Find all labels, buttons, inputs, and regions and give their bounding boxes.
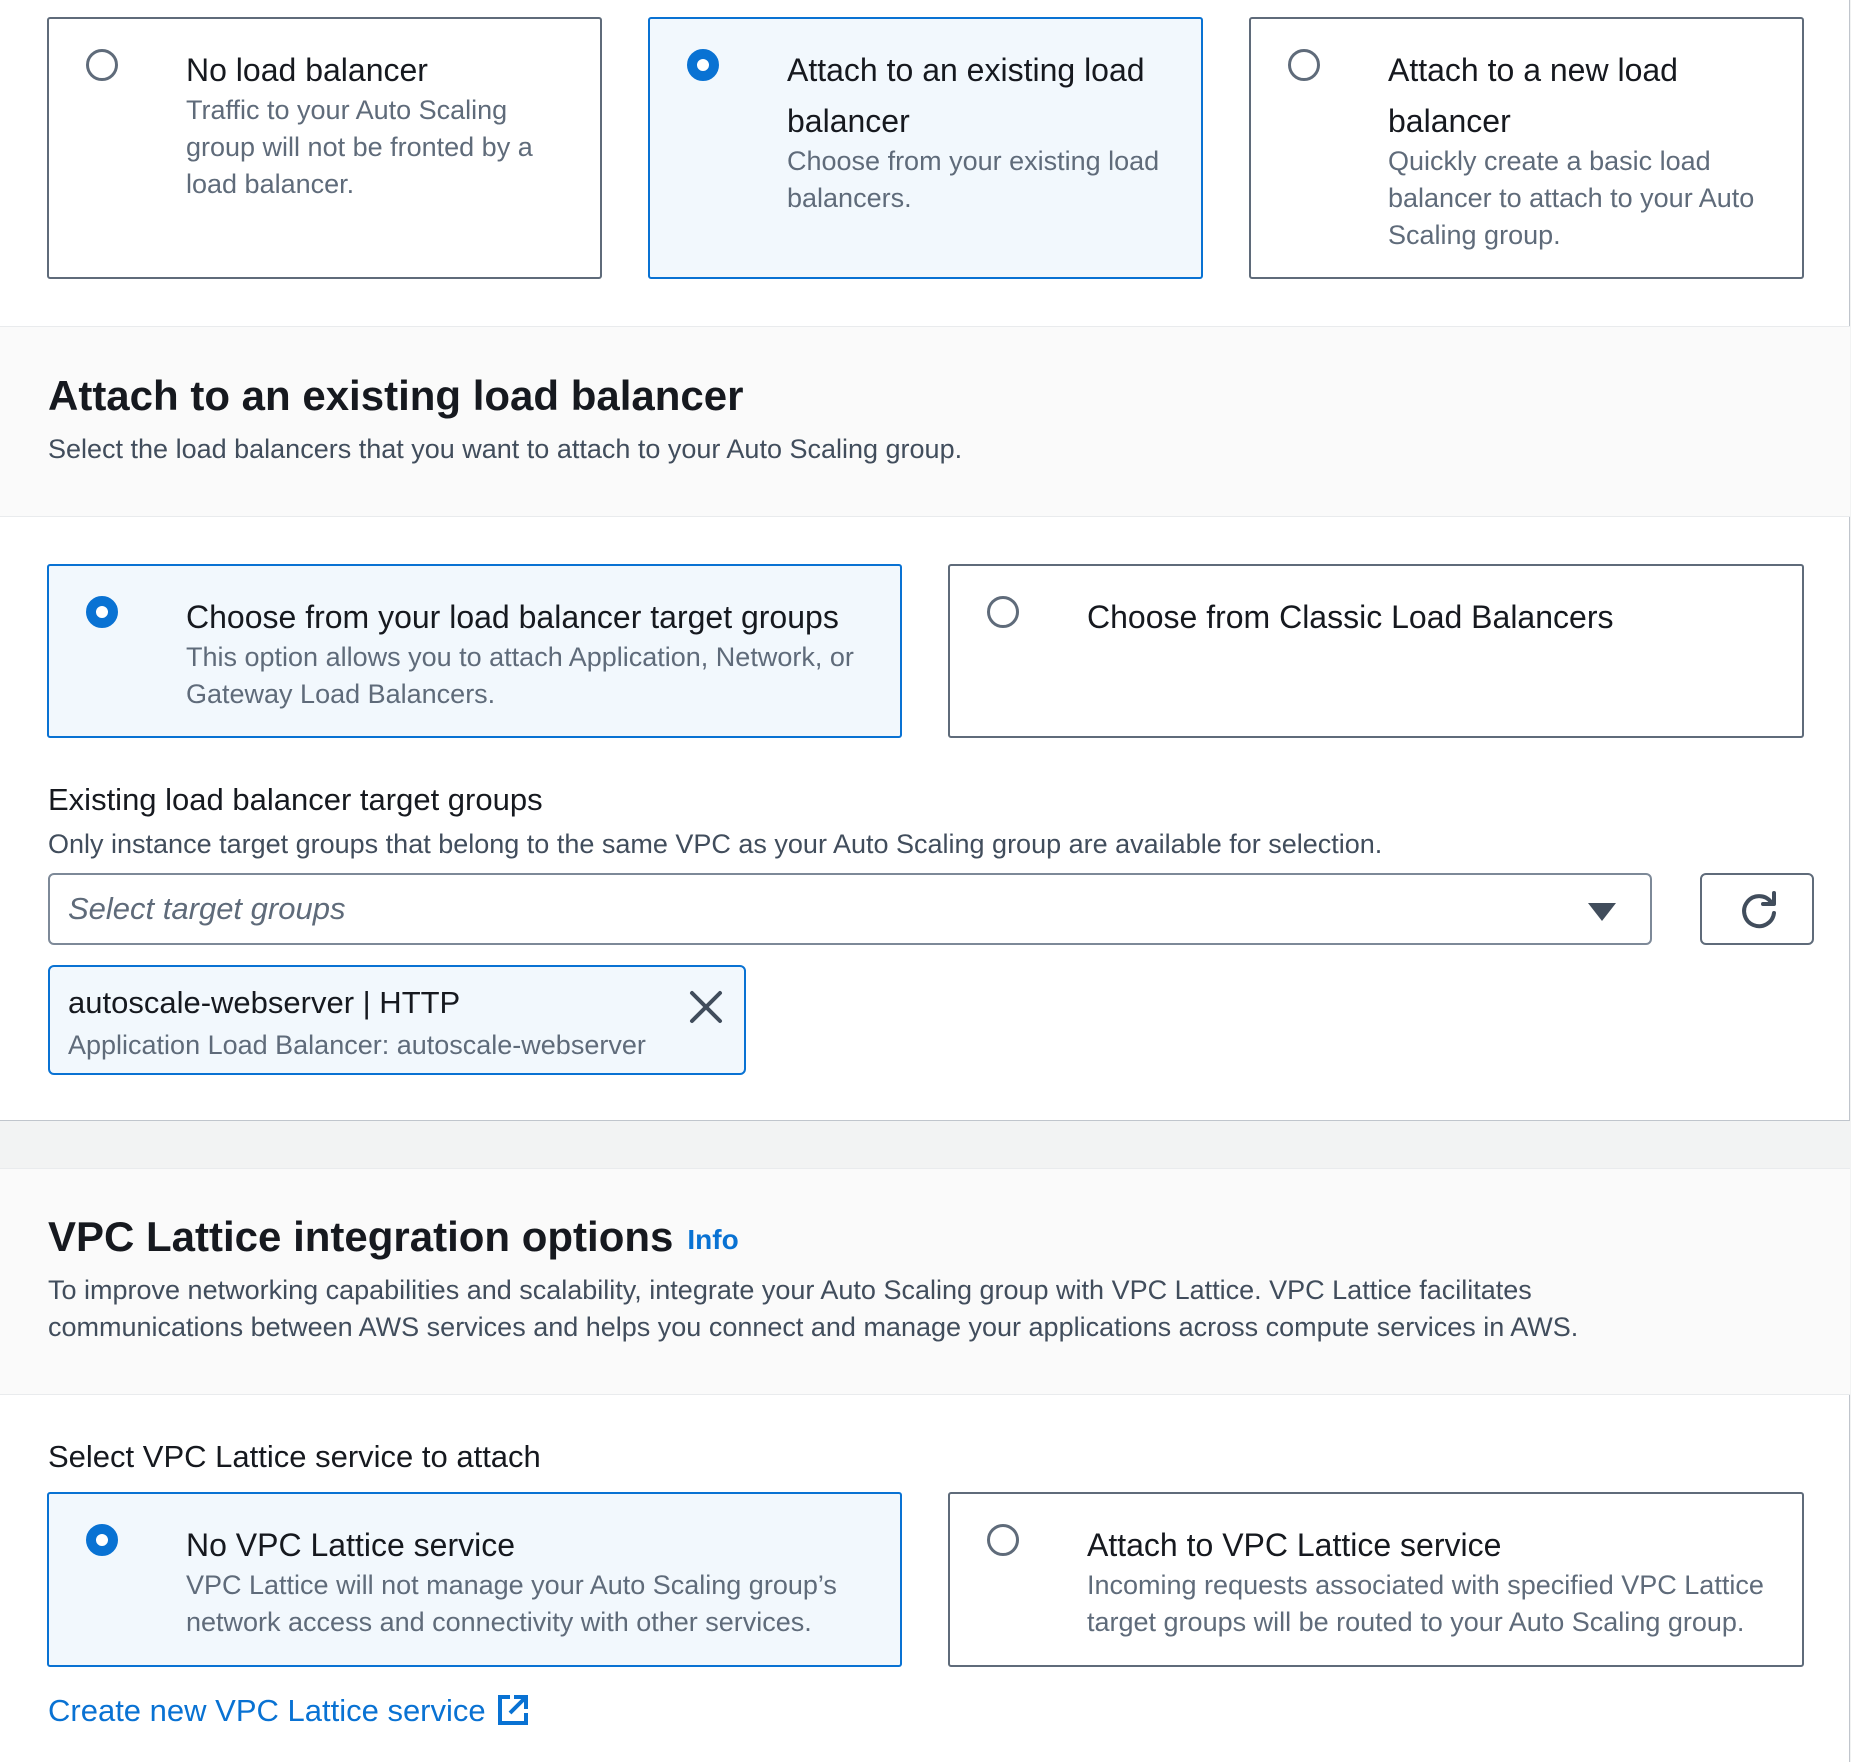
option-description: VPC Lattice will not manage your Auto Sc…: [186, 1570, 837, 1637]
radio-attach-vpc-lattice[interactable]: [987, 1524, 1019, 1556]
option-target-groups[interactable]: Choose from your load balancer target gr…: [47, 564, 902, 738]
radio-attach-new-lb[interactable]: [1288, 49, 1320, 81]
token-title: autoscale-webserver | HTTP: [68, 985, 461, 1020]
select-placeholder: Select target groups: [68, 891, 346, 926]
radio-no-vpc-lattice[interactable]: [86, 1524, 118, 1556]
target-groups-label: Existing load balancer target groups: [48, 782, 543, 817]
option-attach-vpc-lattice[interactable]: Attach to VPC Lattice service Incoming r…: [948, 1492, 1804, 1667]
external-link-icon: [497, 1695, 528, 1725]
option-title: Attach to a new load balancer: [1388, 52, 1678, 139]
radio-classic-lb[interactable]: [987, 596, 1019, 628]
option-description: Incoming requests associated with specif…: [1087, 1570, 1764, 1637]
selected-target-group-token: autoscale-webserver | HTTP Application L…: [48, 965, 746, 1075]
existing-lb-header: [0, 326, 1850, 517]
option-no-vpc-lattice[interactable]: No VPC Lattice service VPC Lattice will …: [47, 1492, 902, 1667]
option-attach-new-lb[interactable]: Attach to a new load balancer Quickly cr…: [1249, 17, 1804, 279]
option-description: This option allows you to attach Applica…: [186, 642, 854, 709]
vpc-lattice-select-label: Select VPC Lattice service to attach: [48, 1439, 541, 1474]
option-description: Traffic to your Auto Scaling group will …: [186, 95, 533, 199]
create-vpc-lattice-link[interactable]: Create new VPC Lattice service: [48, 1693, 530, 1729]
refresh-icon: [1742, 891, 1776, 929]
option-description: Choose from your existing load balancers…: [787, 146, 1160, 213]
option-classic-lb[interactable]: Choose from Classic Load Balancers: [948, 564, 1804, 738]
option-title: Attach to an existing load balancer: [787, 52, 1145, 139]
option-attach-existing-lb[interactable]: Attach to an existing load balancer Choo…: [648, 17, 1203, 279]
radio-no-load-balancer[interactable]: [86, 49, 118, 81]
radio-attach-existing-lb[interactable]: [687, 49, 719, 81]
target-groups-select[interactable]: Select target groups: [48, 873, 1652, 945]
refresh-button[interactable]: [1700, 873, 1814, 945]
option-title: Choose from your load balancer target gr…: [186, 599, 839, 635]
option-title: Attach to VPC Lattice service: [1087, 1527, 1502, 1563]
info-link[interactable]: Info: [687, 1224, 738, 1255]
vpc-lattice-heading: VPC Lattice integration options Info: [48, 1213, 739, 1261]
close-icon[interactable]: [688, 989, 724, 1025]
vpc-lattice-heading-text: VPC Lattice integration options: [48, 1213, 674, 1260]
create-vpc-lattice-link-text: Create new VPC Lattice service: [48, 1693, 486, 1728]
target-groups-hint: Only instance target groups that belong …: [48, 829, 1383, 859]
existing-lb-description: Select the load balancers that you want …: [48, 434, 963, 464]
option-no-load-balancer[interactable]: No load balancer Traffic to your Auto Sc…: [47, 17, 602, 279]
option-title: Choose from Classic Load Balancers: [1087, 599, 1614, 635]
token-description: Application Load Balancer: autoscale-web…: [68, 1030, 646, 1060]
option-description: Quickly create a basic load balancer to …: [1388, 146, 1755, 250]
existing-lb-heading: Attach to an existing load balancer: [48, 372, 744, 419]
radio-target-groups[interactable]: [86, 596, 118, 628]
caret-down-icon: [1588, 903, 1616, 921]
option-title: No VPC Lattice service: [186, 1527, 516, 1563]
vpc-lattice-description: To improve networking capabilities and s…: [48, 1275, 1579, 1342]
option-title: No load balancer: [186, 52, 428, 88]
